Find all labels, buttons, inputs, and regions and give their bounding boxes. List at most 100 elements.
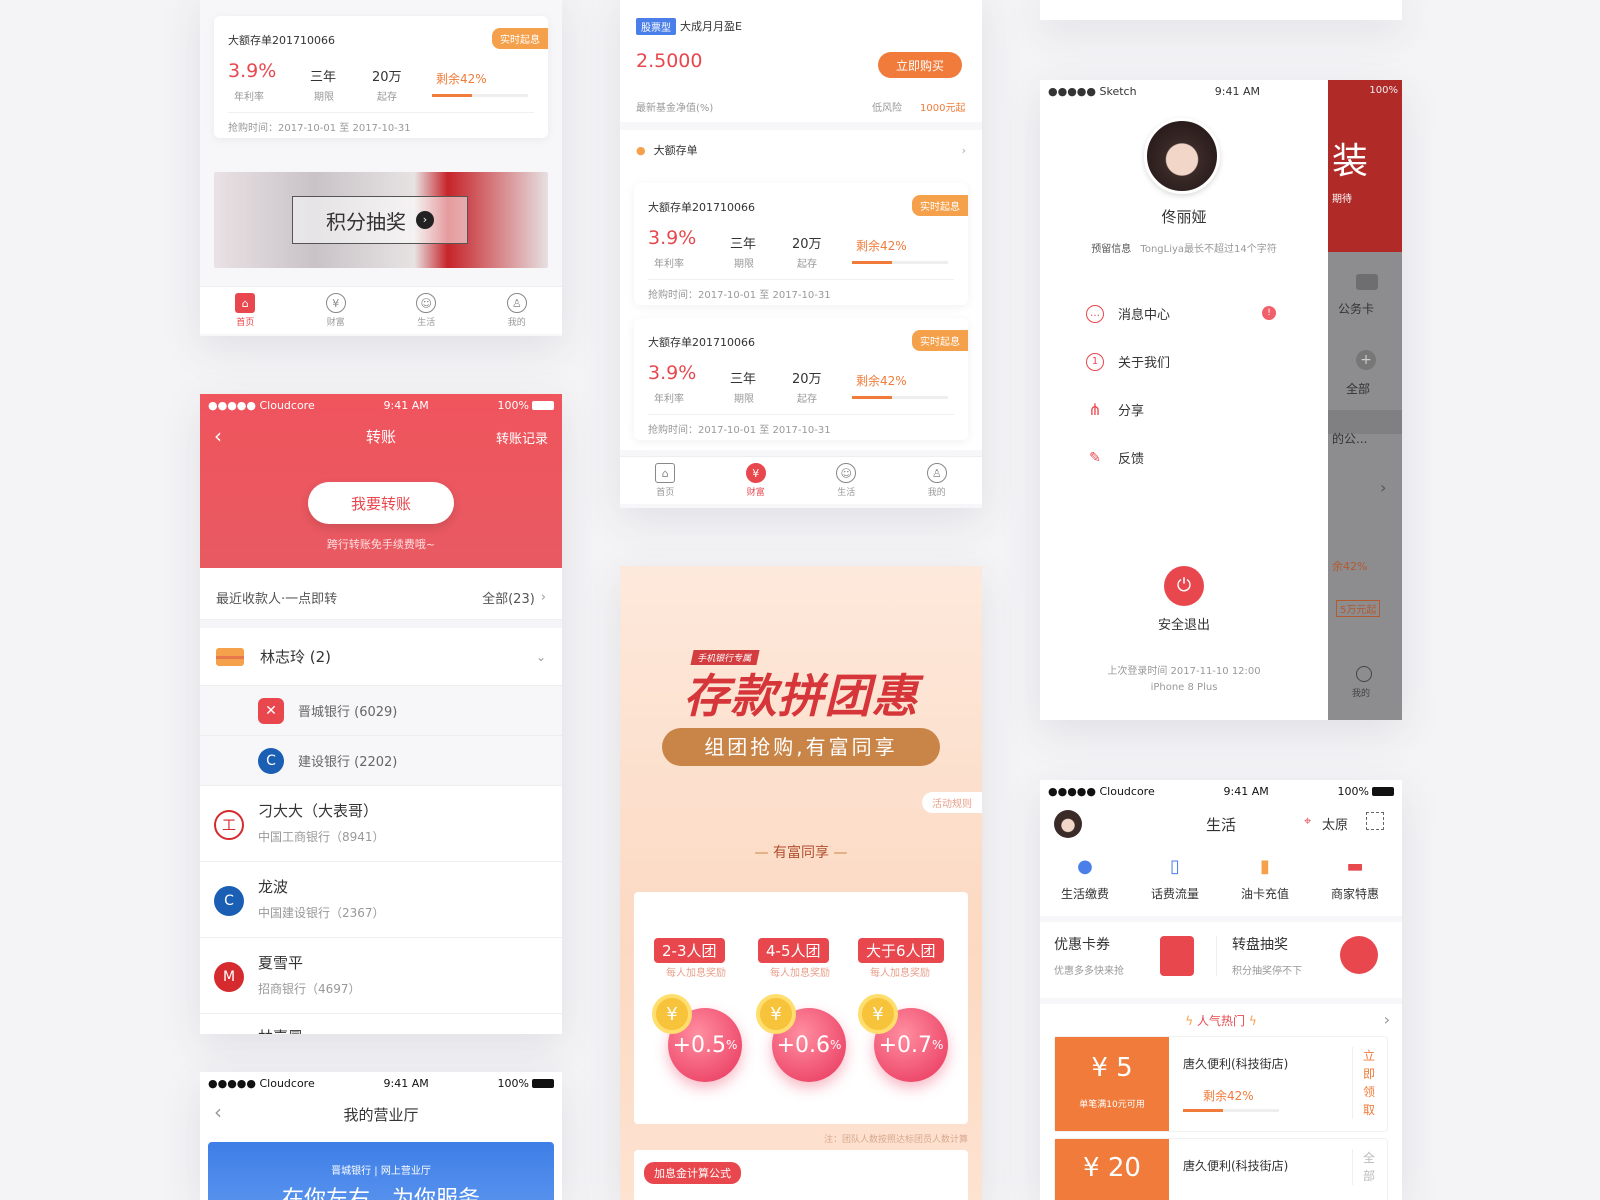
sub-account[interactable]: ✕ 晋城银行 (6029) [200, 686, 562, 736]
side-card-label[interactable]: 公务卡 [1338, 300, 1374, 317]
promo-lottery[interactable]: 转盘抽奖 积分抽奖停不下 [1232, 934, 1392, 990]
tab-home[interactable]: ⌂ 首页 [620, 457, 711, 504]
bonus-value: +0.6 [776, 1032, 830, 1058]
tab-life[interactable]: ☺ 生活 [381, 287, 472, 334]
coupon-amount: ¥ 20 [1083, 1153, 1141, 1183]
icbc-bank-icon: 工 [214, 810, 244, 840]
share-icon: ⋔ [1088, 400, 1102, 419]
deposit-tag: 实时起息 [492, 28, 548, 49]
min-amount: 1000元起 [920, 103, 966, 114]
transfer-record-link[interactable]: 转账记录 [496, 428, 548, 447]
hot-header[interactable]: ϟ 人气热门 ϟ [1040, 1012, 1402, 1029]
tab-label: 我的 [507, 318, 526, 328]
coupon-item[interactable]: ¥ 5 单笔满10元可用 唐久便利(科技街店) 剩余42% 立即领取 [1054, 1036, 1388, 1132]
deposit-title: 大额存单201710066 [648, 336, 755, 349]
remain-progress [432, 94, 528, 97]
amount-label: 起存 [377, 92, 397, 103]
menu-messages[interactable]: … 消息中心 [1086, 304, 1170, 323]
coupon-condition: 单笔满10元可用 [1079, 1100, 1145, 1110]
tab-bar: ⌂ 首页 ¥ 财富 ☺ 生活 ♙ 我的 [620, 456, 982, 504]
menu-feedback[interactable]: ✎ 反馈 [1086, 448, 1144, 468]
service-pay[interactable]: ● 生活缴费 [1040, 856, 1130, 902]
buy-button[interactable]: 立即购买 [878, 52, 962, 78]
menu-share[interactable]: ⋔ 分享 [1086, 400, 1144, 419]
fuel-icon: ▮ [1260, 856, 1270, 877]
chevron-right-icon: › [1380, 478, 1387, 497]
deposit-card[interactable]: 大额存单201710066 实时起息 3.9% 年利率 三年 期限 20万 起存… [634, 318, 968, 440]
coupon-amount: ¥ 5 [1091, 1053, 1133, 1083]
recent-label: 最近收款人·一点即转 [216, 592, 338, 607]
claim-button[interactable]: 立即领取 [1352, 1047, 1377, 1119]
sub-account[interactable]: C 建设银行 (2202) [200, 736, 562, 786]
unread-badge: ! [1262, 306, 1276, 320]
sub-account-bank: 晋城银行 (6029) [298, 705, 398, 720]
contact-item[interactable]: 工 刁大大（大表哥） 中国工商银行（8941） [200, 786, 562, 862]
smile-icon: ☺ [836, 463, 857, 483]
contact-item[interactable]: 林嘉冕 [200, 1014, 562, 1034]
profile-name: 佟丽娅 [1161, 208, 1207, 226]
avatar[interactable] [1144, 118, 1220, 194]
recent-all-link[interactable]: 全部(23) [482, 588, 535, 607]
city-selector[interactable]: 太原 [1322, 814, 1348, 833]
side-all-label[interactable]: 全部 [1346, 380, 1370, 397]
group-tier[interactable]: 大于6人团 [858, 938, 944, 963]
add-icon: + [1356, 350, 1376, 370]
group-sub: 每人加息奖励 [770, 968, 830, 979]
side-remain: 余42% [1332, 560, 1368, 573]
status-time: 9:41 AM [383, 1076, 429, 1090]
transfer-button[interactable]: 我要转账 [308, 482, 454, 524]
tab-wealth[interactable]: ¥ 财富 [711, 457, 802, 504]
tab-label: 生活 [837, 488, 856, 498]
tab-label: 我的 [927, 488, 946, 498]
nav-label: 最新基金净值(%) [636, 103, 714, 114]
service-phone[interactable]: ▯ 话费流量 [1130, 856, 1220, 902]
contact-name: 刁大大（大表哥） [258, 802, 379, 820]
service-merchant[interactable]: ▬ 商家特惠 [1310, 856, 1400, 902]
service-fuel[interactable]: ▮ 油卡充值 [1220, 856, 1310, 902]
chevron-right-icon[interactable]: › [1384, 1010, 1390, 1029]
tab-home[interactable]: ⌂ 首页 [200, 287, 291, 334]
last-login: 上次登录时间 2017-11-10 12:00 [1107, 666, 1261, 677]
card-icon [216, 647, 244, 666]
deposit-time: 抢购时间：2017-10-01 至 2017-10-31 [228, 123, 411, 134]
contact-item[interactable]: C 龙波 中国建设银行（2367） [200, 862, 562, 938]
amount-label: 起存 [797, 394, 817, 405]
logout-label[interactable]: 安全退出 [1040, 614, 1328, 633]
claim-button[interactable]: 全部 [1352, 1149, 1377, 1185]
service-label: 话费流量 [1150, 887, 1199, 901]
screen-life: ●●●●● Cloudcore 9:41 AM 100% 生活 ⌖ 太原 ● 生… [1040, 780, 1402, 1200]
tab-mine[interactable]: ♙ 我的 [892, 457, 983, 504]
menu-label: 消息中心 [1118, 308, 1171, 323]
term-label: 期限 [734, 259, 754, 270]
deposit-card[interactable]: 大额存单201710066 实时起息 3.9% 年利率 三年 期限 20万 起存… [634, 183, 968, 305]
recent-payees-header[interactable]: 最近收款人·一点即转 全部(23) › [200, 576, 562, 620]
points-lottery-banner[interactable]: 积分抽奖 › [214, 172, 548, 268]
tab-life[interactable]: ☺ 生活 [801, 457, 892, 504]
promo-coupons[interactable]: 优惠卡券 优惠多多快来抢 [1054, 934, 1214, 990]
deposit-term: 三年 [730, 237, 757, 252]
logout-icon[interactable]: ⏻ [1164, 566, 1204, 606]
coupon-progress [1183, 1109, 1279, 1112]
coupon-item[interactable]: ¥ 20 唐久便利(科技街店) 全部 [1054, 1138, 1388, 1200]
banner-title: 在你左右，为你服务 [281, 1187, 480, 1200]
status-carrier: ●●●●● Cloudcore [208, 1076, 315, 1090]
payee-group[interactable]: 林志玲 (2) ⌄ [200, 628, 562, 686]
scan-icon[interactable] [1366, 812, 1384, 830]
message-icon: … [1086, 304, 1104, 323]
contact-item[interactable]: M 夏雪平 招商银行（4697） [200, 938, 562, 1014]
fund-name: 大成月月盈E [680, 20, 742, 33]
tab-bar: ⌂ 首页 ¥ 财富 ☺ 生活 ♙ 我的 [200, 286, 562, 334]
deposit-card[interactable]: 大额存单201710066 实时起息 3.9% 年利率 三年 期限 20万 起存… [214, 16, 548, 138]
section-deposit[interactable]: ● 大额存单 › [620, 130, 982, 170]
menu-about[interactable]: 1 关于我们 [1086, 352, 1170, 371]
tab-wealth[interactable]: ¥ 财富 [291, 287, 382, 334]
branch-banner[interactable]: 晋城银行 | 网上营业厅 在你左右，为你服务 [208, 1142, 554, 1200]
rules-link[interactable]: 活动规则 [922, 792, 982, 813]
remain-progress [852, 261, 948, 264]
tab-mine[interactable]: ♙ 我的 [472, 287, 563, 334]
screen-group-promo: 手机银行专属 存款拼团惠 组团抢购,有富同享 活动规则 — 有富同享 — 2-3… [620, 566, 982, 1200]
group-tier[interactable]: 4-5人团 [758, 938, 829, 963]
promo-note: 注：团队人数按照达标团员人数计算 [823, 1135, 968, 1145]
group-tier[interactable]: 2-3人团 [654, 938, 725, 963]
deposit-time: 抢购时间：2017-10-01 至 2017-10-31 [648, 425, 831, 436]
